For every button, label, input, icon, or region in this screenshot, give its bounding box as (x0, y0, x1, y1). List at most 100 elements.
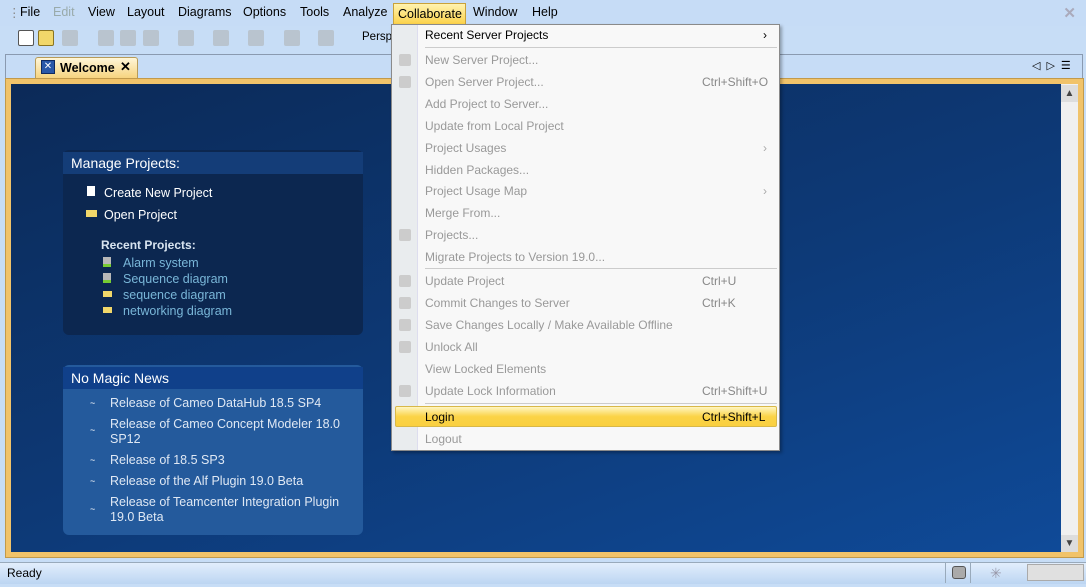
menu-shortcut: Ctrl+Shift+U (702, 384, 768, 398)
news-bullet-icon: ~ (90, 476, 96, 486)
menu-item-unlock-all[interactable]: Unlock All (425, 340, 478, 354)
menu-item-new-server-project[interactable]: New Server Project... (425, 53, 538, 67)
menu-file[interactable]: File (20, 5, 40, 19)
save-icon[interactable] (62, 30, 78, 46)
redo-icon[interactable] (213, 30, 229, 46)
news-link[interactable]: Release of Teamcenter Integration Plugin… (110, 495, 355, 525)
submenu-arrow-icon: › (763, 184, 767, 198)
news-bullet-icon: ~ (90, 425, 96, 435)
toolbar (0, 26, 395, 50)
recent-project-link[interactable]: Sequence diagram (123, 272, 228, 286)
find-icon[interactable] (143, 30, 159, 46)
menu-item-project-usage-map[interactable]: Project Usage Map (425, 184, 527, 198)
news-panel: No Magic News ~ Release of Cameo DataHub… (63, 365, 363, 535)
project-icon (103, 273, 111, 283)
perspective-selector[interactable]: Persp (362, 31, 392, 43)
manage-projects-title: Manage Projects: (63, 152, 363, 174)
open-folder-icon (86, 210, 97, 217)
print-icon[interactable] (98, 30, 114, 46)
news-bullet-icon: ~ (90, 504, 96, 514)
server-connection-icon[interactable] (945, 563, 971, 583)
menu-item-hidden-packages[interactable]: Hidden Packages... (425, 163, 529, 177)
save-offline-icon (399, 319, 411, 331)
vertical-scrollbar[interactable] (1061, 84, 1078, 552)
scroll-up-button[interactable]: ▲ (1061, 85, 1078, 102)
news-link[interactable]: Release of the Alf Plugin 19.0 Beta (110, 474, 355, 489)
menu-item-update-from-local-project[interactable]: Update from Local Project (425, 119, 564, 133)
menu-item-update-project[interactable]: Update Project (425, 274, 504, 288)
menu-item-update-lock-information[interactable]: Update Lock Information (425, 384, 556, 398)
menu-options[interactable]: Options (243, 5, 286, 19)
menu-collaborate[interactable]: Collaborate (393, 3, 466, 25)
memory-monitor[interactable] (1027, 564, 1084, 581)
recent-project-link[interactable]: Alarm system (123, 256, 199, 270)
news-link[interactable]: Release of 18.5 SP3 (110, 453, 355, 468)
menu-item-project-usages[interactable]: Project Usages (425, 141, 506, 155)
unlock-icon (399, 341, 411, 353)
update-project-icon (399, 275, 411, 287)
menu-shortcut: Ctrl+Shift+L (702, 410, 766, 424)
recent-projects-title: Recent Projects: (101, 238, 196, 252)
spellcheck-icon[interactable] (248, 30, 264, 46)
close-icon[interactable]: ✕ (1063, 4, 1076, 22)
create-new-project-link[interactable]: Create New Project (104, 186, 212, 200)
lock-info-icon (399, 385, 411, 397)
recent-project-link[interactable]: sequence diagram (123, 288, 226, 302)
menu-item-save-changes-locally-make-available-offline[interactable]: Save Changes Locally / Make Available Of… (425, 318, 673, 332)
copy-icon[interactable] (318, 30, 334, 46)
menu-item-view-locked-elements[interactable]: View Locked Elements (425, 362, 546, 376)
manage-projects-panel: Manage Projects: Create New Project Open… (63, 150, 363, 335)
menu-item-recent-server-projects[interactable]: Recent Server Projects (425, 28, 548, 42)
scroll-down-button[interactable]: ▼ (1061, 535, 1078, 552)
submenu-arrow-icon: › (763, 141, 767, 155)
menu-edit[interactable]: Edit (53, 5, 75, 19)
menu-separator (425, 403, 777, 404)
folder-icon (103, 291, 112, 297)
menu-tools[interactable]: Tools (300, 5, 329, 19)
commit-icon (399, 297, 411, 309)
new-file-icon (87, 186, 95, 196)
menu-shortcut: Ctrl+Shift+O (702, 75, 769, 89)
menu-separator (425, 47, 777, 48)
submenu-arrow-icon: › (763, 28, 767, 42)
open-project-icon[interactable] (38, 30, 54, 46)
menu-separator (425, 268, 777, 269)
new-server-project-icon (399, 54, 411, 66)
undo-icon[interactable] (178, 30, 194, 46)
tab-navigation[interactable]: ◁▷☰ (1032, 59, 1077, 72)
menu-item-logout[interactable]: Logout (425, 432, 462, 446)
notes-icon[interactable] (284, 30, 300, 46)
tab-close-button[interactable]: ✕ (120, 59, 131, 75)
news-bullet-icon: ~ (90, 398, 96, 408)
menubar-grip: ⋮ (8, 6, 21, 20)
menu-window[interactable]: Window (473, 5, 517, 19)
menu-help[interactable]: Help (532, 5, 558, 19)
menu-item-migrate-projects-to-version-19-0[interactable]: Migrate Projects to Version 19.0... (425, 250, 605, 264)
menu-item-add-project-to-server[interactable]: Add Project to Server... (425, 97, 548, 111)
menu-item-merge-from[interactable]: Merge From... (425, 206, 500, 220)
status-text: Ready (7, 566, 42, 580)
menu-analyze[interactable]: Analyze (343, 5, 387, 19)
menu-shortcut: Ctrl+K (702, 296, 736, 310)
recent-project-link[interactable]: networking diagram (123, 304, 232, 318)
status-bar (0, 562, 1086, 584)
news-title: No Magic News (63, 367, 363, 389)
menu-item-projects[interactable]: Projects... (425, 228, 478, 242)
menu-item-login[interactable]: Login (425, 410, 454, 424)
open-server-project-icon (399, 76, 411, 88)
progress-spinner-icon: ✳ (990, 565, 1002, 581)
menu-view[interactable]: View (88, 5, 115, 19)
open-project-link[interactable]: Open Project (104, 208, 177, 222)
menu-diagrams[interactable]: Diagrams (178, 5, 232, 19)
menu-item-commit-changes-to-server[interactable]: Commit Changes to Server (425, 296, 570, 310)
projects-icon (399, 229, 411, 241)
folder-icon (103, 307, 112, 313)
news-link[interactable]: Release of Cameo Concept Modeler 18.0 SP… (110, 417, 355, 447)
new-project-icon[interactable] (18, 30, 34, 46)
project-icon (103, 257, 111, 267)
news-link[interactable]: Release of Cameo DataHub 18.5 SP4 (110, 396, 355, 411)
menu-item-open-server-project[interactable]: Open Server Project... (425, 75, 544, 89)
print-preview-icon[interactable] (120, 30, 136, 46)
menu-shortcut: Ctrl+U (702, 274, 737, 288)
menu-layout[interactable]: Layout (127, 5, 165, 19)
